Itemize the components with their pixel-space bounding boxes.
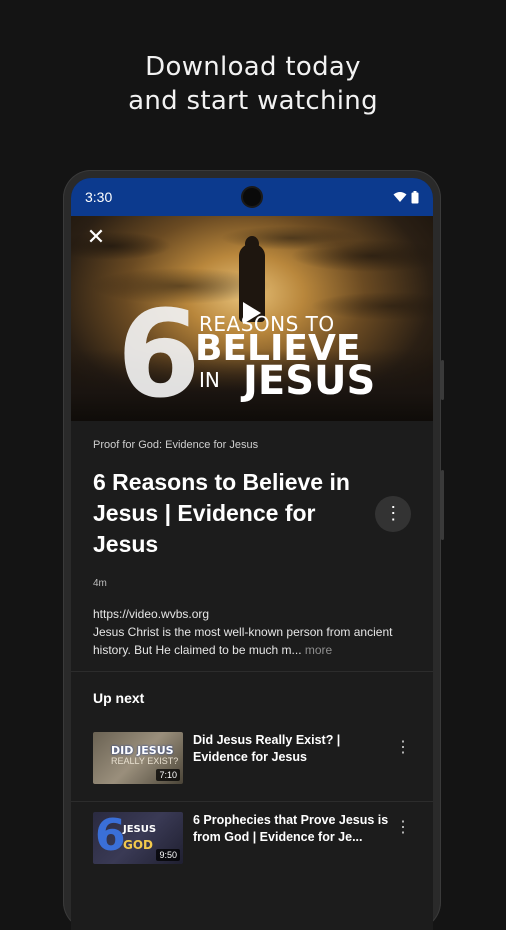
up-next-list: DID JESUS REALLY EXIST? 7:10 Did Jesus R…: [71, 732, 433, 870]
phone-screen: 3:30 6 REASONS TO BELIEVE IN JESUS ✕ Pro…: [71, 178, 433, 930]
video-thumbnail[interactable]: 6 JESUS GOD 9:50: [93, 812, 183, 864]
battery-icon: [411, 190, 419, 203]
duration-badge: 7:10: [156, 769, 180, 781]
thumbnail-number: 6: [95, 812, 126, 861]
status-icons: [393, 190, 419, 204]
video-player[interactable]: 6 REASONS TO BELIEVE IN JESUS ✕: [71, 216, 433, 421]
thumbnail-in: IN: [199, 368, 220, 392]
list-item-title: 6 Prophecies that Prove Jesus is from Go…: [193, 813, 389, 844]
thumbnail-subtitle: REALLY EXIST?: [111, 756, 179, 766]
list-item-title: Did Jesus Really Exist? | Evidence for J…: [193, 733, 341, 764]
wifi-icon: [393, 192, 407, 202]
thumbnail-jesus: JESUS: [243, 358, 376, 404]
more-vert-icon: ⋮: [384, 503, 403, 523]
thumbnail-number: 6: [117, 286, 201, 421]
promo-line-2: and start watching: [128, 86, 378, 116]
title-row: 6 Reasons to Believe in Jesus | Evidence…: [93, 467, 411, 560]
up-next-heading: Up next: [93, 690, 145, 706]
more-options-button[interactable]: ⋮: [375, 495, 411, 532]
status-time: 3:30: [85, 189, 113, 205]
list-item[interactable]: DID JESUS REALLY EXIST? 7:10 Did Jesus R…: [71, 732, 433, 802]
video-title: 6 Reasons to Believe in Jesus | Evidence…: [93, 469, 350, 557]
front-camera: [243, 188, 261, 206]
thumbnail-title: JESUS: [123, 824, 157, 835]
close-icon[interactable]: ✕: [85, 226, 107, 248]
video-description: https://video.wvbs.org Jesus Christ is t…: [93, 605, 411, 659]
more-vert-icon[interactable]: ⋮: [395, 732, 411, 758]
promo-line-1: Download today: [145, 52, 361, 82]
more-vert-icon[interactable]: ⋮: [395, 812, 411, 838]
list-divider: [71, 801, 433, 802]
thumbnail-subtitle: GOD: [123, 838, 154, 852]
video-details: Proof for God: Evidence for Jesus 6 Reas…: [71, 439, 433, 659]
video-category[interactable]: Proof for God: Evidence for Jesus: [93, 439, 411, 451]
phone-frame: 3:30 6 REASONS TO BELIEVE IN JESUS ✕ Pro…: [63, 170, 444, 930]
more-link[interactable]: more: [305, 643, 332, 657]
duration-badge: 9:50: [156, 849, 180, 861]
video-duration: 4m: [93, 578, 107, 589]
status-bar: 3:30: [71, 178, 433, 216]
description-text: Jesus Christ is the most well-known pers…: [93, 625, 393, 657]
volume-button: [441, 360, 444, 400]
promo-headline: Download today and start watching: [0, 50, 506, 118]
video-thumbnail[interactable]: DID JESUS REALLY EXIST? 7:10: [93, 732, 183, 784]
play-icon[interactable]: [243, 302, 261, 324]
power-button: [441, 470, 444, 540]
video-url[interactable]: https://video.wvbs.org: [93, 605, 411, 623]
list-item[interactable]: 6 JESUS GOD 9:50 6 Prophecies that Prove…: [93, 812, 411, 870]
